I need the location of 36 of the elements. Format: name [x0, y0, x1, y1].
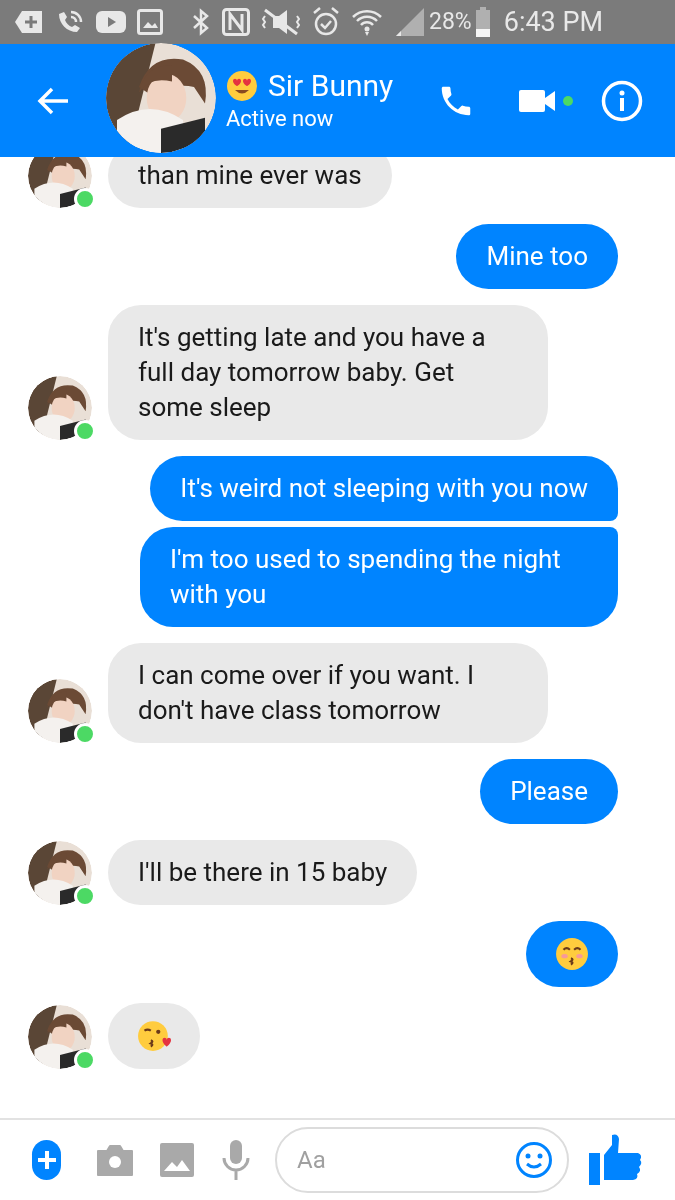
sent-message-bubble: Please [480, 759, 618, 824]
plus-icon [35, 1149, 58, 1171]
received-message-bubble: It's getting late and you have a full day tomorrow baby. Get some sleep [108, 305, 548, 440]
contact-name: Sir Bunny [268, 67, 394, 104]
battery-percentage: 28% [429, 6, 472, 37]
sent-message-bubble: It's weird not sleeping with you now [150, 456, 618, 521]
nfc-icon [222, 8, 250, 36]
video-play-icon [96, 11, 126, 33]
camera-button[interactable] [96, 1143, 134, 1177]
add-notification-icon [14, 9, 44, 35]
signal-icon [394, 7, 426, 37]
active-status: Active now [226, 104, 335, 133]
gallery-button[interactable] [160, 1143, 194, 1177]
video-call-button[interactable] [519, 87, 573, 114]
add-button[interactable] [32, 1140, 61, 1180]
kissing-face-emoji-icon [555, 937, 589, 971]
received-message-bubble: I can come over if you want. I don't have class tomorrow [108, 643, 548, 743]
clock-time: 6:43 PM [503, 4, 604, 40]
kiss-heart-emoji-icon [137, 1019, 171, 1053]
alarm-icon [312, 7, 340, 37]
sent-message-bubble: I'm too used to spending the night with you [140, 527, 618, 627]
microphone-button[interactable] [221, 1140, 251, 1180]
back-button[interactable] [36, 85, 70, 116]
emoji-icon[interactable] [515, 1141, 553, 1179]
image-icon [137, 9, 163, 35]
received-message-bubble: than mine ever was [108, 157, 392, 208]
sent-message-bubble: Mine too [456, 224, 618, 289]
wifi-icon [351, 7, 383, 37]
info-button[interactable] [601, 79, 643, 122]
bluetooth-icon [191, 8, 211, 36]
battery-icon [474, 7, 491, 37]
received-message-bubble: I'll be there in 15 baby [108, 840, 418, 905]
like-button[interactable] [589, 1133, 643, 1187]
heart-eyes-emoji-icon [226, 69, 258, 102]
vibrate-mute-icon [261, 8, 301, 36]
message-input-field[interactable]: Aa [275, 1127, 569, 1193]
